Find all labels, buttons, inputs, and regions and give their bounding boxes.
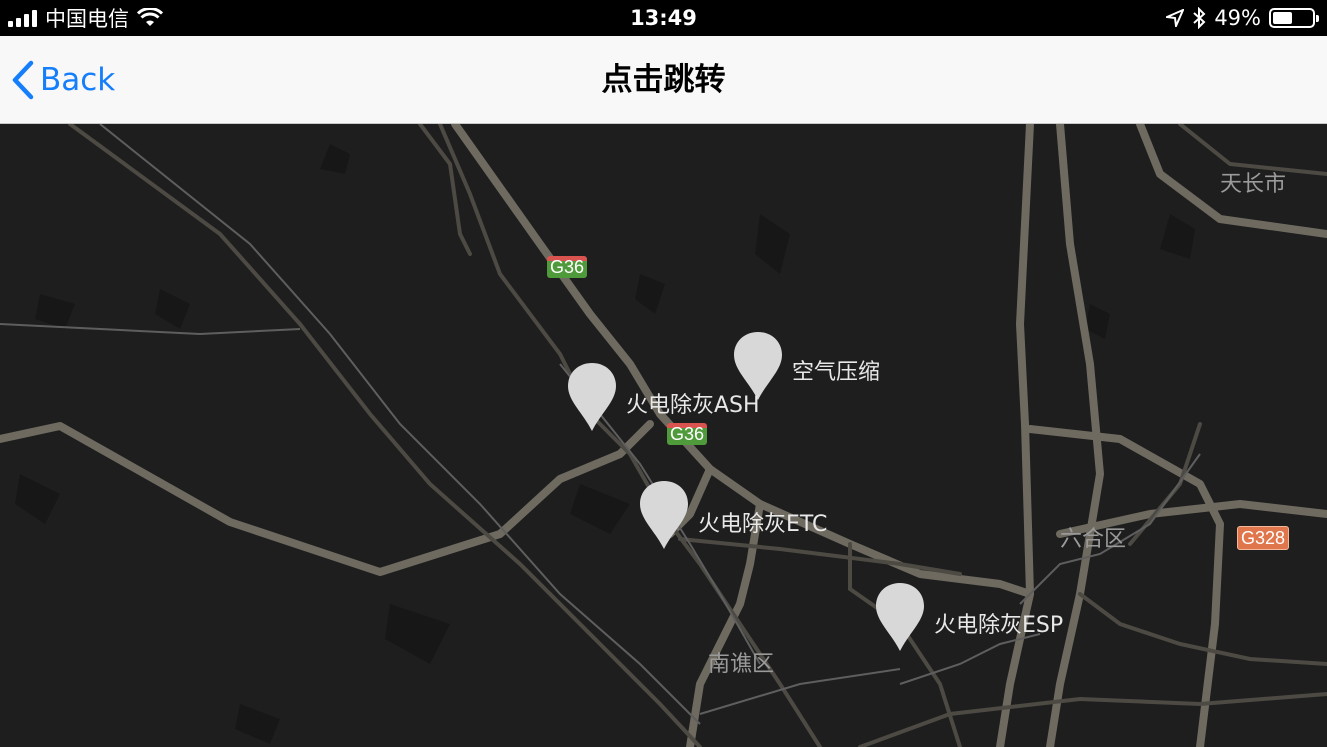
marker-label[interactable]: 空气压缩 (792, 354, 880, 386)
marker-label[interactable]: 火电除灰ESP (934, 607, 1063, 639)
map-marker-pin-icon[interactable] (639, 479, 689, 551)
place-label: 南谯区 (708, 652, 775, 677)
map-marker-pin-icon[interactable] (875, 581, 925, 653)
place-label: 六合区 (1060, 527, 1127, 552)
status-right: 49% (1166, 0, 1319, 36)
navigation-bar: Back 点击跳转 (0, 36, 1327, 124)
status-bar: 中国电信 13:49 49% (0, 0, 1327, 36)
battery-icon (1269, 8, 1319, 28)
road-shield-g328: G328 (1237, 526, 1290, 550)
marker-label[interactable]: 火电除灰ASH (626, 387, 760, 419)
map-view[interactable]: G36 G36 G328 天长市 六合区 南谯区 空气压缩 火电除灰ASH 火电… (0, 124, 1327, 747)
road-shield-g36: G36 (667, 423, 708, 445)
battery-fill (1273, 12, 1292, 24)
map-marker-pin-icon[interactable] (567, 361, 617, 433)
page-title: 点击跳转 (601, 62, 726, 98)
road-shield-g36: G36 (547, 256, 588, 278)
location-icon (1166, 9, 1185, 27)
battery-percent: 49% (1214, 6, 1261, 30)
status-time: 13:49 (630, 6, 697, 30)
map-roads (0, 124, 1327, 747)
marker-label[interactable]: 火电除灰ETC (698, 506, 827, 538)
bluetooth-icon (1193, 7, 1206, 29)
place-label: 天长市 (1220, 172, 1287, 197)
